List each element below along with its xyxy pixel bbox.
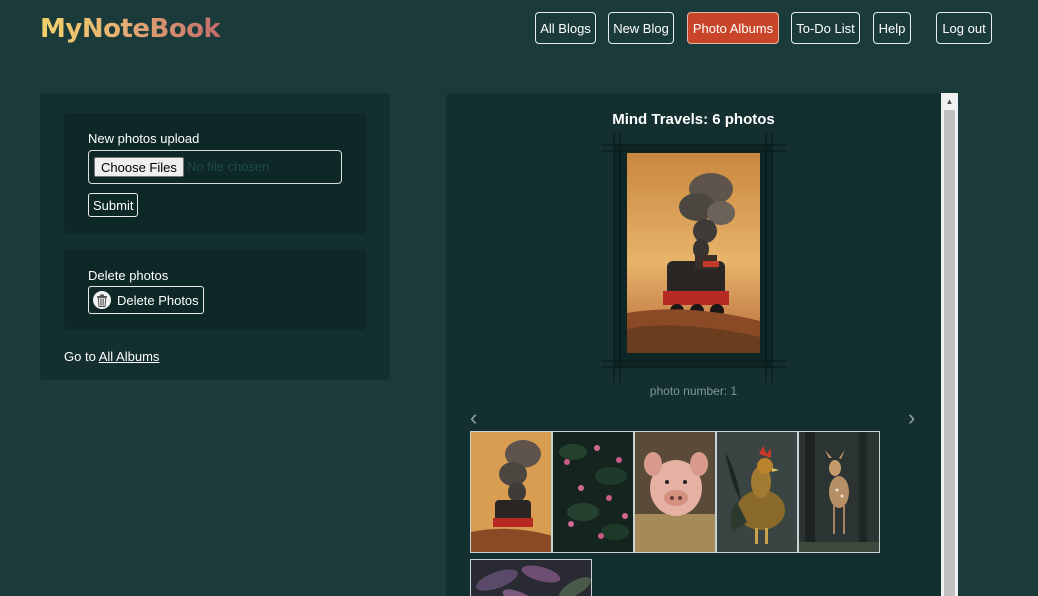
upload-title: New photos upload <box>88 131 200 146</box>
nav-new-blog-button[interactable]: New Blog <box>608 12 674 44</box>
logout-button[interactable]: Log out <box>936 12 992 44</box>
vertical-scrollbar[interactable]: ▲ <box>941 93 958 596</box>
delete-photos-label: Delete Photos <box>117 292 199 308</box>
prev-arrow-icon[interactable]: ‹ <box>470 405 477 431</box>
thumbnail-4[interactable] <box>716 431 798 553</box>
goto-prefix: Go to <box>64 349 96 364</box>
nav-all-blogs-button[interactable]: All Blogs <box>535 12 596 44</box>
nav-todo-list-button[interactable]: To-Do List <box>791 12 860 44</box>
no-file-label: No file chosen <box>187 159 270 174</box>
upload-card: New photos upload Choose Files No file c… <box>64 113 366 234</box>
choose-files-button[interactable]: Choose Files <box>94 157 184 177</box>
nav-photo-albums-button[interactable]: Photo Albums <box>687 12 779 44</box>
scroll-up-arrow-icon[interactable]: ▲ <box>941 93 958 110</box>
main-photo[interactable] <box>627 153 760 353</box>
thumbnail-2[interactable] <box>552 431 634 553</box>
thumbnail-image <box>471 560 591 596</box>
thumbnail-image <box>471 432 551 552</box>
album-viewer-panel: Mind Travels: 6 photos photo number: 1 ‹… <box>446 93 941 596</box>
trash-icon <box>93 291 111 309</box>
photo-number-caption: photo number: 1 <box>649 384 738 398</box>
thumbnail-image <box>635 432 715 552</box>
album-title: Mind Travels: 6 photos <box>612 111 775 128</box>
file-input[interactable]: Choose Files No file chosen <box>88 150 342 184</box>
goto-albums: Go to All Albums <box>64 349 159 364</box>
thumbnail-1[interactable] <box>470 431 552 553</box>
delete-card: Delete photos Delete Photos <box>64 250 366 330</box>
nav-help-button[interactable]: Help <box>873 12 911 44</box>
app-logo[interactable]: MyNoteBook <box>40 14 221 44</box>
thumbnail-6[interactable] <box>470 559 592 596</box>
submit-button[interactable]: Submit <box>88 193 139 217</box>
next-arrow-icon[interactable]: › <box>908 405 915 431</box>
album-actions-panel: New photos upload Choose Files No file c… <box>40 93 390 380</box>
delete-title: Delete photos <box>88 268 169 283</box>
thumbnail-image <box>717 432 797 552</box>
thumbnail-image <box>553 432 633 552</box>
thumbnail-image <box>799 432 879 552</box>
thumbnail-5[interactable] <box>798 431 880 553</box>
all-albums-link[interactable]: All Albums <box>99 349 160 364</box>
thumbnail-3[interactable] <box>634 431 716 553</box>
delete-photos-button[interactable]: Delete Photos <box>88 286 204 314</box>
scrollbar-thumb[interactable] <box>944 110 955 596</box>
